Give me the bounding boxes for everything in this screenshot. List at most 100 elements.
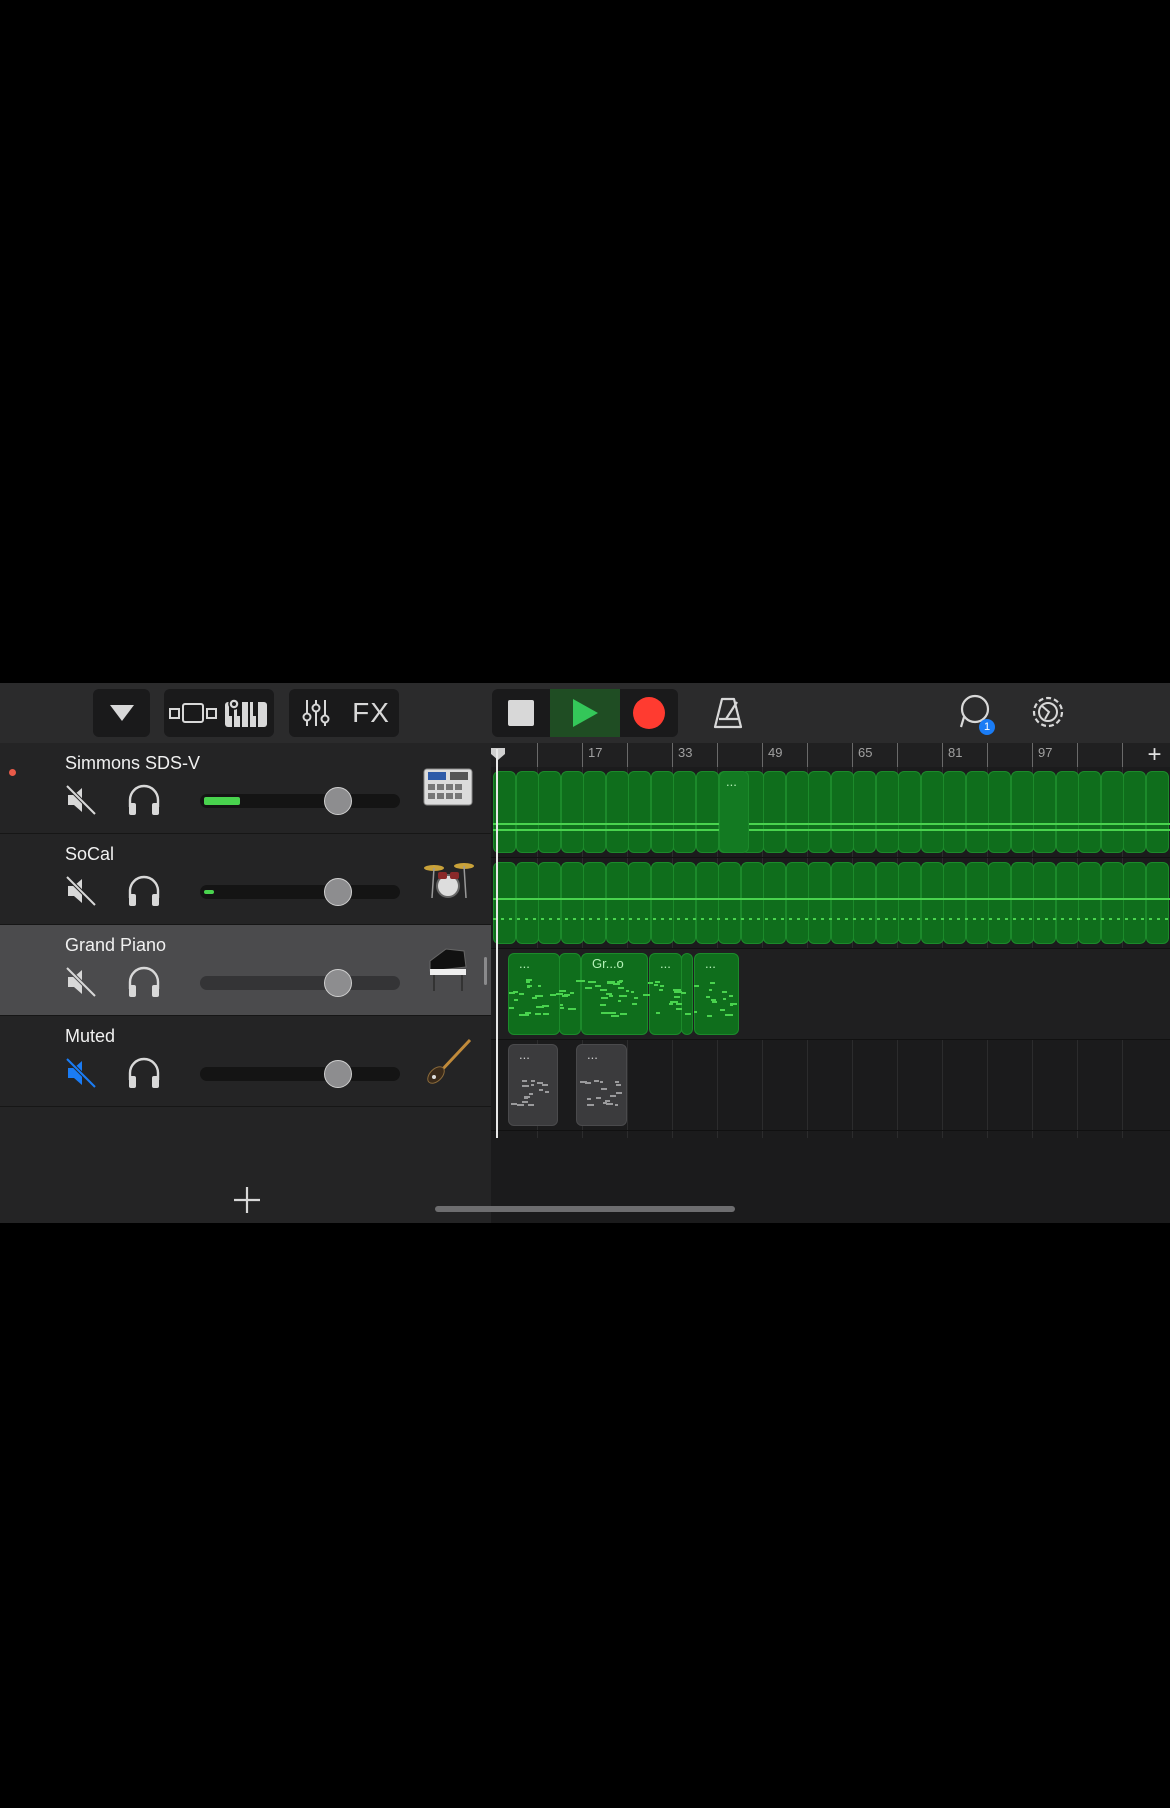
lane-socal[interactable] <box>491 858 1170 949</box>
play-button[interactable] <box>550 689 620 737</box>
tracks-view-button[interactable] <box>166 689 220 737</box>
volume-knob[interactable] <box>324 1060 352 1088</box>
loop-region[interactable] <box>875 771 899 853</box>
record-button[interactable] <box>620 689 678 737</box>
loop-region[interactable] <box>898 862 921 944</box>
loop-region[interactable] <box>1078 862 1101 944</box>
loop-region[interactable] <box>763 771 786 853</box>
mute-active-icon[interactable] <box>64 1056 98 1090</box>
volume-slider[interactable] <box>200 969 400 997</box>
headphones-icon[interactable] <box>126 965 162 999</box>
loop-region[interactable] <box>560 771 584 853</box>
mute-icon[interactable] <box>64 874 98 908</box>
loop-region[interactable] <box>1145 771 1169 853</box>
loop-region[interactable] <box>1033 862 1056 944</box>
loop-region[interactable] <box>943 771 966 853</box>
add-section-button[interactable]: + <box>1139 743 1170 767</box>
instrument-view-button[interactable] <box>220 689 272 737</box>
loop-region[interactable] <box>538 862 561 944</box>
loop-region[interactable] <box>673 771 696 853</box>
track-header-simmons[interactable]: Simmons SDS-V <box>0 743 491 834</box>
loop-region[interactable] <box>808 862 831 944</box>
playhead[interactable] <box>496 749 498 1138</box>
fx-button[interactable]: FX <box>343 689 399 737</box>
my-songs-button[interactable] <box>93 689 150 737</box>
loop-region[interactable] <box>740 862 764 944</box>
loop-region[interactable] <box>988 862 1011 944</box>
volume-knob[interactable] <box>324 969 352 997</box>
volume-slider[interactable] <box>200 1060 400 1088</box>
loop-region[interactable] <box>1100 771 1124 853</box>
lane-simmons[interactable]: ... <box>491 767 1170 858</box>
tracks-area[interactable]: ... ... Gr...o ... ... ... ... <box>491 767 1170 1138</box>
loop-region[interactable] <box>965 862 989 944</box>
mute-icon[interactable] <box>64 783 98 817</box>
loop-region[interactable] <box>965 771 989 853</box>
loop-browser-button[interactable]: 1 <box>955 693 999 737</box>
lane-grand-piano[interactable]: ... Gr...o ... ... <box>491 949 1170 1040</box>
loop-region[interactable] <box>943 862 966 944</box>
track-header-socal[interactable]: SoCal <box>0 834 491 925</box>
loop-region[interactable] <box>628 862 651 944</box>
loop-region[interactable] <box>875 862 899 944</box>
metronome-button[interactable] <box>708 693 748 733</box>
headphones-icon[interactable] <box>126 1056 162 1090</box>
stop-button[interactable] <box>492 689 550 737</box>
add-track-button[interactable] <box>0 1179 491 1223</box>
track-header-muted[interactable]: Muted <box>0 1016 491 1107</box>
loop-region[interactable] <box>1078 771 1101 853</box>
loop-region[interactable] <box>650 862 674 944</box>
loop-region[interactable] <box>695 862 719 944</box>
loop-region[interactable] <box>763 862 786 944</box>
loop-region[interactable] <box>808 771 831 853</box>
volume-slider[interactable] <box>200 878 400 906</box>
loop-region[interactable] <box>830 862 854 944</box>
mute-icon[interactable] <box>64 965 98 999</box>
loop-region[interactable] <box>920 771 944 853</box>
loop-region[interactable] <box>583 862 606 944</box>
volume-knob[interactable] <box>324 787 352 815</box>
bar-ruler[interactable]: 17 33 49 65 81 97 + <box>491 743 1170 767</box>
region[interactable]: ... <box>719 771 749 853</box>
loop-region[interactable] <box>515 862 539 944</box>
loop-region[interactable] <box>718 862 741 944</box>
horizontal-scrollbar[interactable] <box>435 1206 735 1212</box>
resize-handle[interactable] <box>484 957 487 985</box>
loop-region[interactable] <box>853 862 876 944</box>
volume-knob[interactable] <box>324 878 352 906</box>
loop-region[interactable] <box>898 771 921 853</box>
loop-region[interactable] <box>1145 862 1169 944</box>
lane-muted[interactable]: ... ... <box>491 1040 1170 1131</box>
track-header-grand-piano[interactable]: Grand Piano <box>0 925 491 1016</box>
loop-region[interactable] <box>1100 862 1124 944</box>
loop-region[interactable] <box>1123 771 1146 853</box>
loop-region[interactable] <box>605 862 629 944</box>
settings-button[interactable] <box>1028 692 1068 732</box>
loop-region[interactable] <box>695 771 719 853</box>
loop-region[interactable] <box>1010 771 1034 853</box>
playhead-handle-icon[interactable] <box>490 747 506 761</box>
loop-region[interactable] <box>583 771 606 853</box>
loop-region[interactable] <box>853 771 876 853</box>
loop-region[interactable] <box>920 862 944 944</box>
loop-region[interactable] <box>1055 771 1079 853</box>
loop-region[interactable] <box>830 771 854 853</box>
loop-region[interactable] <box>560 862 584 944</box>
loop-region[interactable] <box>673 862 696 944</box>
loop-region[interactable] <box>785 862 809 944</box>
loop-region[interactable] <box>605 771 629 853</box>
loop-region[interactable] <box>1123 862 1146 944</box>
loop-region[interactable] <box>1055 862 1079 944</box>
loop-region[interactable] <box>628 771 651 853</box>
headphones-icon[interactable] <box>126 874 162 908</box>
loop-region[interactable] <box>650 771 674 853</box>
track-controls-button[interactable] <box>289 689 343 737</box>
loop-region[interactable] <box>515 771 539 853</box>
headphones-icon[interactable] <box>126 783 162 817</box>
loop-region[interactable] <box>1010 862 1034 944</box>
loop-region[interactable] <box>785 771 809 853</box>
loop-region[interactable] <box>538 771 561 853</box>
volume-slider[interactable] <box>200 787 400 815</box>
loop-region[interactable] <box>1033 771 1056 853</box>
loop-region[interactable] <box>988 771 1011 853</box>
